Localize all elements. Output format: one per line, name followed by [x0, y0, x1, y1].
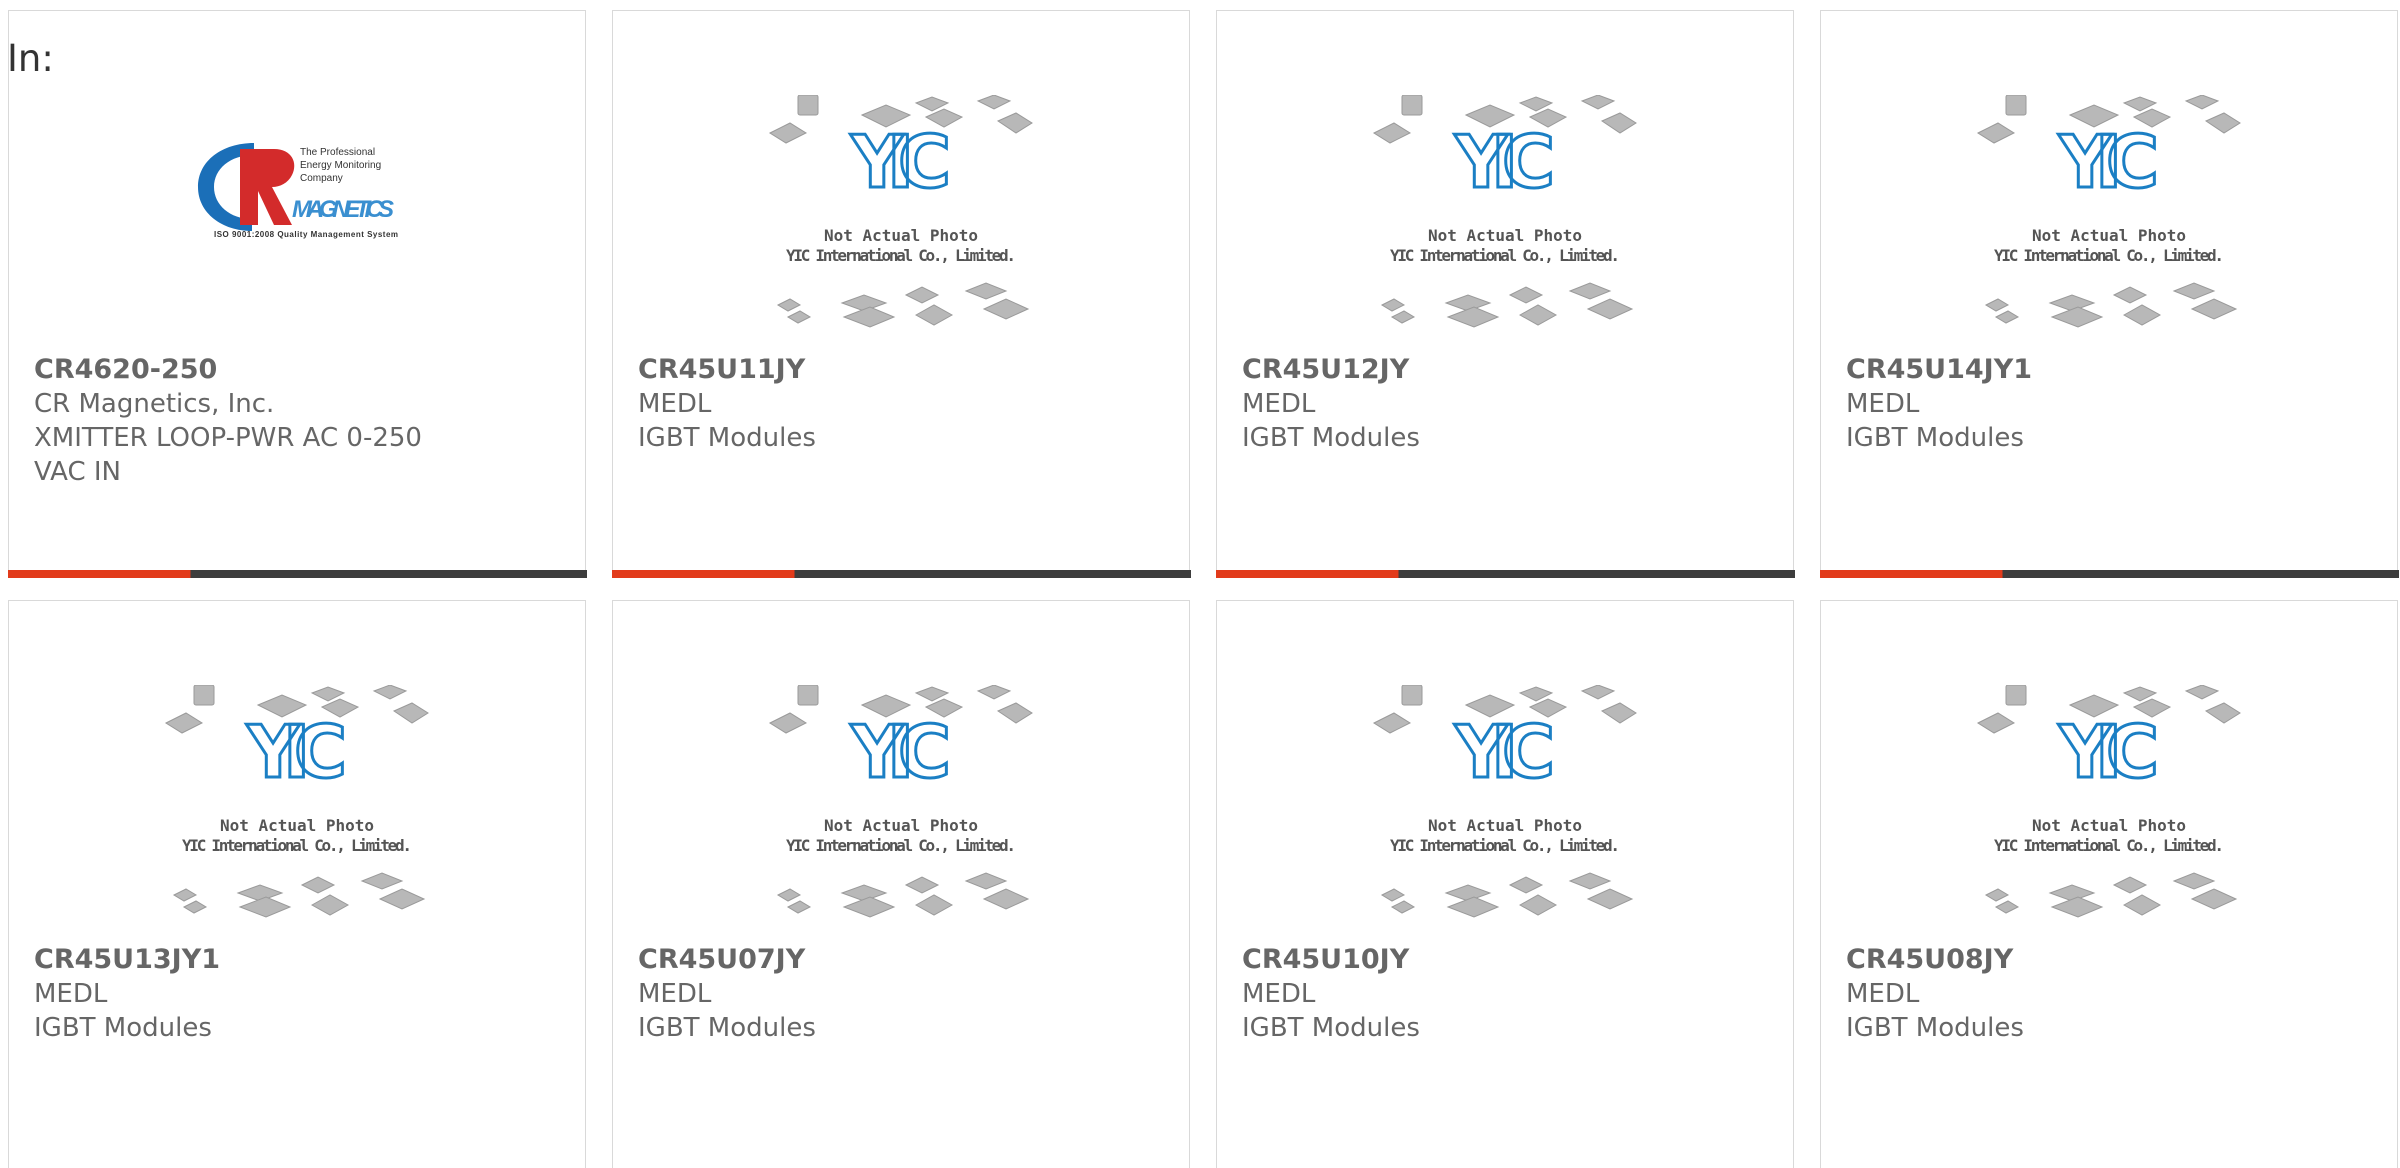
product-info: CR45U13JY1 MEDL IGBT Modules: [34, 943, 565, 1045]
product-info: CR45U14JY1 MEDL IGBT Modules: [1846, 353, 2377, 455]
svg-text:YIC: YIC: [2058, 120, 2159, 204]
part-number[interactable]: CR45U10JY: [1242, 943, 1773, 977]
product-card[interactable]: YIC Not Actual Photo YIC International C…: [8, 600, 586, 1168]
product-card[interactable]: YIC Not Actual Photo YIC International C…: [612, 600, 1190, 1168]
svg-text:MAGNETICS: MAGNETICS: [292, 196, 394, 223]
yic-placeholder-image: YIC Not Actual Photo YIC International C…: [164, 685, 429, 918]
product-card[interactable]: YIC Not Actual Photo YIC International C…: [1216, 600, 1794, 1168]
product-image[interactable]: YIC Not Actual Photo YIC International C…: [9, 685, 585, 945]
product-info: CR4620-250 CR Magnetics, Inc. XMITTER LO…: [34, 353, 565, 489]
description: XMITTER LOOP-PWR AC 0-250 VAC IN: [34, 423, 422, 487]
yic-placeholder-image: YIC Not Actual Photo YIC International C…: [1976, 95, 2241, 328]
svg-text:Not Actual Photo: Not Actual Photo: [220, 816, 374, 835]
product-info: CR45U10JY MEDL IGBT Modules: [1242, 943, 1773, 1045]
svg-text:YIC International Co., Limited: YIC International Co., Limited.: [1390, 246, 1620, 265]
manufacturer: MEDL: [1846, 389, 1920, 419]
description: IGBT Modules: [1846, 1013, 2024, 1043]
yic-placeholder-image: YIC Not Actual Photo YIC International C…: [1976, 685, 2241, 918]
description: IGBT Modules: [34, 1013, 212, 1043]
svg-text:YIC International Co., Limited: YIC International Co., Limited.: [182, 836, 412, 855]
product-info: CR45U12JY MEDL IGBT Modules: [1242, 353, 1773, 455]
part-number[interactable]: CR45U08JY: [1846, 943, 2377, 977]
search-prefix-label: In:: [7, 37, 54, 80]
svg-text:YIC: YIC: [2058, 710, 2159, 794]
svg-text:Not Actual Photo: Not Actual Photo: [824, 816, 978, 835]
svg-text:Company: Company: [300, 173, 343, 184]
product-card[interactable]: YIC Not Actual Photo YIC International C…: [611, 10, 1191, 578]
svg-text:ISO 9001:2008 Quality Manageme: ISO 9001:2008 Quality Management System: [214, 230, 398, 239]
svg-text:YIC: YIC: [1454, 120, 1555, 204]
part-number[interactable]: CR45U13JY1: [34, 943, 565, 977]
svg-text:YIC International Co., Limited: YIC International Co., Limited.: [1994, 246, 2224, 265]
product-info: CR45U11JY MEDL IGBT Modules: [638, 353, 1169, 455]
manufacturer: CR Magnetics, Inc.: [34, 389, 275, 419]
product-info: CR45U07JY MEDL IGBT Modules: [638, 943, 1169, 1045]
svg-text:Not Actual Photo: Not Actual Photo: [1428, 816, 1582, 835]
part-number[interactable]: CR45U14JY1: [1846, 353, 2377, 387]
cr-magnetics-logo: The Professional Energy Monitoring Compa…: [198, 143, 398, 239]
product-image[interactable]: YIC Not Actual Photo YIC International C…: [1821, 685, 2397, 945]
manufacturer: MEDL: [638, 979, 712, 1009]
yic-placeholder-image: YIC Not Actual Photo YIC International C…: [1372, 685, 1637, 918]
svg-text:YIC International Co., Limited: YIC International Co., Limited.: [786, 836, 1016, 855]
yic-placeholder-image: YIC Not Actual Photo YIC International C…: [1372, 95, 1637, 328]
svg-text:Not Actual Photo: Not Actual Photo: [2032, 816, 2186, 835]
svg-text:YIC: YIC: [850, 120, 951, 204]
svg-text:YIC: YIC: [1454, 710, 1555, 794]
svg-text:Not Actual Photo: Not Actual Photo: [824, 226, 978, 245]
description: IGBT Modules: [1242, 423, 1420, 453]
part-number[interactable]: CR4620-250: [34, 353, 565, 387]
product-grid: The Professional Energy Monitoring Compa…: [7, 10, 2400, 1168]
svg-text:YIC: YIC: [246, 710, 347, 794]
svg-text:YIC International Co., Limited: YIC International Co., Limited.: [1390, 836, 1620, 855]
product-image[interactable]: The Professional Energy Monitoring Compa…: [9, 95, 585, 355]
svg-text:The Professional: The Professional: [300, 147, 375, 158]
product-image[interactable]: YIC Not Actual Photo YIC International C…: [1217, 95, 1793, 355]
description: IGBT Modules: [638, 423, 816, 453]
product-info: CR45U08JY MEDL IGBT Modules: [1846, 943, 2377, 1045]
product-card[interactable]: YIC Not Actual Photo YIC International C…: [1819, 10, 2399, 578]
part-number[interactable]: CR45U11JY: [638, 353, 1169, 387]
description: IGBT Modules: [638, 1013, 816, 1043]
part-number[interactable]: CR45U07JY: [638, 943, 1169, 977]
product-image[interactable]: YIC Not Actual Photo YIC International C…: [613, 95, 1189, 355]
svg-text:YIC International Co., Limited: YIC International Co., Limited.: [786, 246, 1016, 265]
manufacturer: MEDL: [1846, 979, 1920, 1009]
yic-placeholder-image: YIC Not Actual Photo YIC International C…: [768, 685, 1033, 918]
svg-text:Not Actual Photo: Not Actual Photo: [1428, 226, 1582, 245]
manufacturer: MEDL: [638, 389, 712, 419]
svg-text:Not Actual Photo: Not Actual Photo: [2032, 226, 2186, 245]
manufacturer: MEDL: [34, 979, 108, 1009]
svg-text:YIC: YIC: [850, 710, 951, 794]
description: IGBT Modules: [1242, 1013, 1420, 1043]
description: IGBT Modules: [1846, 423, 2024, 453]
manufacturer: MEDL: [1242, 389, 1316, 419]
product-image[interactable]: YIC Not Actual Photo YIC International C…: [1217, 685, 1793, 945]
yic-placeholder-image: YIC Not Actual Photo YIC International C…: [768, 95, 1033, 328]
product-card[interactable]: YIC Not Actual Photo YIC International C…: [1820, 600, 2398, 1168]
product-card[interactable]: YIC Not Actual Photo YIC International C…: [1215, 10, 1795, 578]
svg-text:Energy Monitoring: Energy Monitoring: [300, 160, 381, 171]
svg-text:YIC International Co., Limited: YIC International Co., Limited.: [1994, 836, 2224, 855]
product-card[interactable]: The Professional Energy Monitoring Compa…: [7, 10, 587, 578]
part-number[interactable]: CR45U12JY: [1242, 353, 1773, 387]
product-image[interactable]: YIC Not Actual Photo YIC International C…: [613, 685, 1189, 945]
product-image[interactable]: YIC Not Actual Photo YIC International C…: [1821, 95, 2397, 355]
manufacturer: MEDL: [1242, 979, 1316, 1009]
